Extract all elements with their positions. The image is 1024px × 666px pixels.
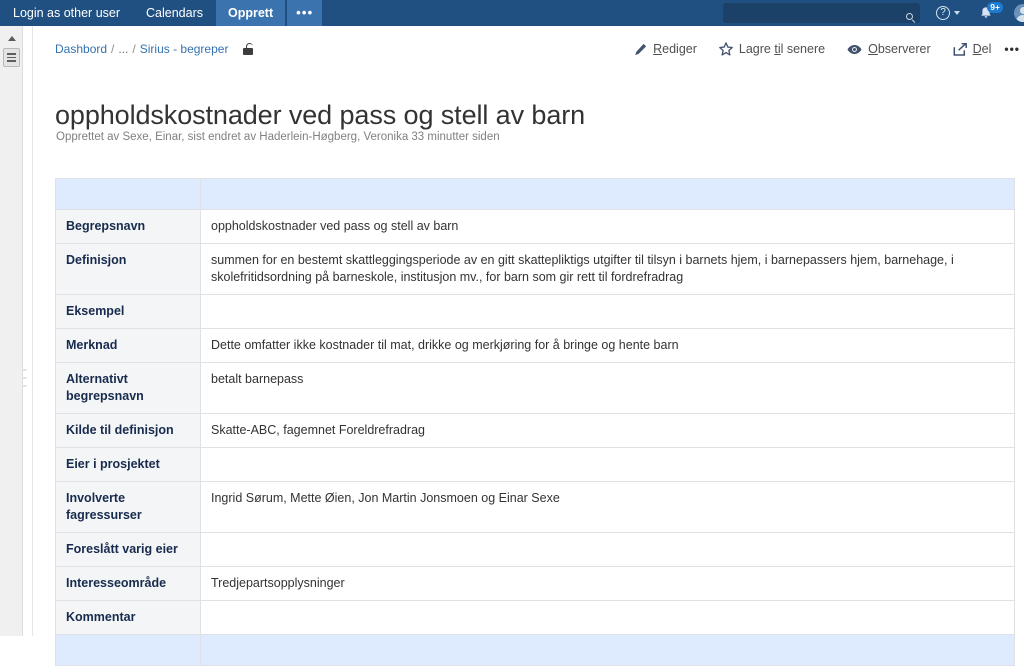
user-avatar-button[interactable] <box>1014 0 1024 26</box>
page-actions-more-button[interactable]: ••• <box>1002 39 1022 59</box>
table-footer-cell-value <box>200 634 1015 666</box>
table-row: Kilde til definisjon Skatte-ABC, fagemne… <box>55 413 1015 448</box>
sidebar-list-line <box>7 56 16 59</box>
row-value[interactable] <box>200 600 1015 635</box>
concept-details-table: Begrepsnavn oppholdskostnader ved pass o… <box>55 178 1015 666</box>
notifications-button[interactable]: 9+ <box>980 0 1003 26</box>
share-button[interactable]: Del <box>942 39 1003 59</box>
bell-icon: 9+ <box>980 2 1003 21</box>
row-value[interactable]: oppholdskostnader ved pass og stell av b… <box>200 209 1015 244</box>
edit-button-label: Rediger <box>653 42 697 56</box>
nav-more-label: ••• <box>296 5 314 20</box>
page-actions: Rediger Lagre til senere Observerer Del … <box>623 39 1022 59</box>
row-label: Begrepsnavn <box>55 209 201 244</box>
avatar <box>1014 4 1024 22</box>
nav-item-calendars[interactable]: Calendars <box>133 0 216 26</box>
page-actions-more-label: ••• <box>1004 42 1020 56</box>
row-label: Definisjon <box>55 243 201 295</box>
row-label: Interesseområde <box>55 566 201 601</box>
row-value[interactable]: betalt barnepass <box>200 362 1015 414</box>
table-row: Involverte fagressurser Ingrid Sørum, Me… <box>55 481 1015 533</box>
unlocked-padlock-icon[interactable] <box>243 43 254 55</box>
row-value[interactable]: Skatte-ABC, fagemnet Foreldrefradrag <box>200 413 1015 448</box>
search-input[interactable] <box>723 3 920 23</box>
table-row: Begrepsnavn oppholdskostnader ved pass o… <box>55 209 1015 244</box>
breadcrumb-item-space[interactable]: Sirius - begreper <box>140 42 229 56</box>
grip-dot <box>22 377 27 379</box>
help-glyph: ? <box>940 7 946 18</box>
share-button-label: Del <box>972 42 992 56</box>
table-header-cell-label <box>55 178 201 210</box>
pencil-icon <box>634 43 647 56</box>
breadcrumb-separator: / <box>132 42 136 56</box>
row-label: Alternativt begrepsnavn <box>55 362 201 414</box>
chevron-up-glyph <box>7 35 16 41</box>
row-value[interactable]: Tredjepartsopplysninger <box>200 566 1015 601</box>
nav-label-calendars: Calendars <box>146 6 203 20</box>
padlock-body <box>243 48 254 55</box>
star-icon <box>719 42 733 56</box>
eye-icon <box>847 44 862 55</box>
watch-button-label: Observerer <box>868 42 931 56</box>
table-footer-row <box>55 634 1015 666</box>
row-label: Eier i prosjektet <box>55 447 201 482</box>
save-for-later-button-label: Lagre til senere <box>738 42 826 56</box>
row-label: Foreslått varig eier <box>55 532 201 567</box>
watch-button[interactable]: Observerer <box>836 39 942 59</box>
row-value[interactable] <box>200 447 1015 482</box>
share-icon <box>953 42 967 56</box>
create-button-label: Opprett <box>228 6 274 20</box>
table-row: Foreslått varig eier <box>55 532 1015 567</box>
table-row: Interesseområde Tredjepartsopplysninger <box>55 566 1015 601</box>
breadcrumb-item-dashboard[interactable]: Dashbord <box>55 42 107 56</box>
row-label: Involverte fagressurser <box>55 481 201 533</box>
row-value[interactable] <box>200 294 1015 329</box>
top-navigation-bar: Login as other user Calendars Opprett ••… <box>0 0 1024 26</box>
chevron-up-icon[interactable] <box>5 33 18 43</box>
grip-dot <box>22 385 27 387</box>
table-row: Merknad Dette omfatter ikke kostnader ti… <box>55 328 1015 363</box>
grip-dot <box>22 369 27 371</box>
notification-count-badge: 9+ <box>987 2 1003 13</box>
sidebar-resize-handle[interactable] <box>22 369 28 387</box>
table-row: Kommentar <box>55 600 1015 635</box>
nav-label-login-as-other-user: Login as other user <box>13 6 121 20</box>
search-icon <box>906 7 913 25</box>
nav-item-login-as-other-user[interactable]: Login as other user <box>0 0 133 26</box>
table-row: Alternativt begrepsnavn betalt barnepass <box>55 362 1015 414</box>
page-title: oppholdskostnader ved pass og stell av b… <box>55 100 586 131</box>
row-label: Kilde til definisjon <box>55 413 201 448</box>
sidebar-list-line <box>7 60 16 62</box>
help-icon: ? <box>936 6 950 20</box>
save-for-later-button[interactable]: Lagre til senere <box>708 39 836 59</box>
table-row: Definisjon summen for en bestemt skattle… <box>55 243 1015 295</box>
row-value[interactable]: Dette omfatter ikke kostnader til mat, d… <box>200 328 1015 363</box>
breadcrumb-separator: / <box>111 42 115 56</box>
chevron-down-icon <box>954 11 960 15</box>
sidebar-expand-button[interactable] <box>3 48 20 67</box>
breadcrumb: Dashbord / ... / Sirius - begreper <box>55 42 254 56</box>
row-label: Eksempel <box>55 294 201 329</box>
table-row: Eier i prosjektet <box>55 447 1015 482</box>
edit-button[interactable]: Rediger <box>623 39 708 59</box>
table-header-row <box>55 178 1015 210</box>
nav-more-button[interactable]: ••• <box>287 0 323 26</box>
table-header-cell-value <box>200 178 1015 210</box>
row-label: Merknad <box>55 328 201 363</box>
table-footer-cell-label <box>55 634 201 666</box>
create-button[interactable]: Opprett <box>216 0 286 26</box>
help-menu-button[interactable]: ? <box>936 0 960 26</box>
breadcrumb-item-ellipsis[interactable]: ... <box>118 42 128 56</box>
row-label: Kommentar <box>55 600 201 635</box>
collapsed-sidebar <box>0 26 23 636</box>
sidebar-divider <box>23 26 33 636</box>
concept-details-table-body: Begrepsnavn oppholdskostnader ved pass o… <box>55 178 1015 666</box>
page-content: Dashbord / ... / Sirius - begreper Redig… <box>33 26 1024 666</box>
table-row: Eksempel <box>55 294 1015 329</box>
row-value[interactable]: Ingrid Sørum, Mette Øien, Jon Martin Jon… <box>200 481 1015 533</box>
row-value[interactable] <box>200 532 1015 567</box>
row-value[interactable]: summen for en bestemt skattleggingsperio… <box>200 243 1015 295</box>
page-metadata: Opprettet av Sexe, Einar, sist endret av… <box>56 131 500 143</box>
sidebar-list-line <box>7 53 16 55</box>
